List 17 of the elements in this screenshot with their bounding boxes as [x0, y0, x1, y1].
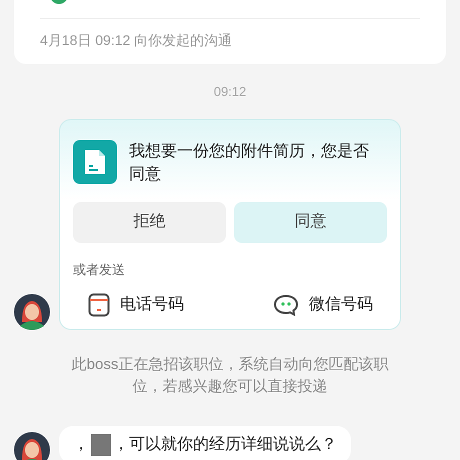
chat-start-note: 4月18日 09:12 向你发起的沟通: [40, 31, 232, 50]
send-label: 或者发送: [73, 260, 125, 278]
chat-bubble-icon: [273, 294, 299, 316]
send-wechat-button[interactable]: 微信号码: [273, 293, 373, 317]
message-text: ，可以就你的经历详细说说么？: [113, 434, 337, 455]
send-phone-button[interactable]: 电话号码: [88, 293, 184, 317]
avatar: [14, 432, 50, 460]
accept-button[interactable]: 同意: [234, 202, 387, 242]
phone-card-icon: [88, 293, 110, 317]
document-icon: [73, 140, 117, 184]
timestamp: 09:12: [212, 83, 248, 101]
redaction-block: [91, 434, 111, 456]
request-message: 我想要一份您的附件简历，您是否同意: [129, 142, 370, 184]
punctuation: ，: [73, 435, 89, 455]
avatar: [14, 294, 50, 330]
reject-button[interactable]: 拒绝: [73, 202, 226, 242]
system-notice: 此boss正在急招该职位，系统自动向您匹配该职位，若感兴趣您可以直接投递: [70, 355, 390, 397]
